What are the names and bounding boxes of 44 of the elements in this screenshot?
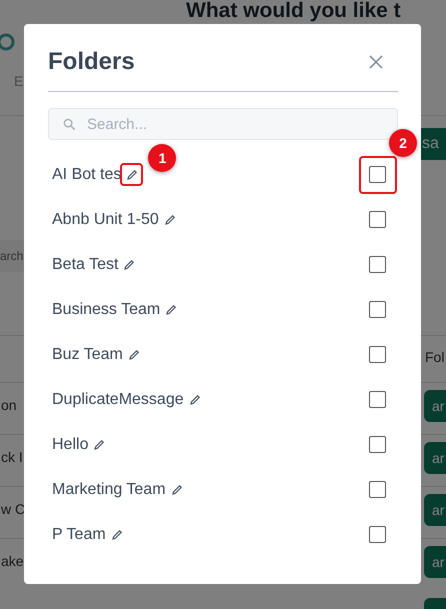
checkbox[interactable] bbox=[369, 346, 386, 363]
pencil-icon[interactable] bbox=[170, 484, 183, 496]
table-cell: on bbox=[1, 397, 17, 413]
folder-name: Business Team bbox=[52, 300, 160, 318]
search-field[interactable]: Search... bbox=[48, 108, 398, 140]
folder-name: DuplicateMessage bbox=[52, 390, 184, 408]
pencil-icon[interactable] bbox=[128, 348, 140, 360]
checkbox[interactable] bbox=[369, 256, 386, 273]
pencil-icon[interactable] bbox=[164, 214, 176, 226]
folder-name: AI Bot tes bbox=[52, 166, 122, 184]
row-action-button[interactable]: ar bbox=[424, 390, 446, 422]
row-action-button[interactable]: ar bbox=[424, 546, 446, 578]
column-header: Fol bbox=[425, 349, 444, 365]
checkbox[interactable] bbox=[369, 391, 386, 408]
folder-name: Beta Test bbox=[52, 256, 118, 274]
checkbox[interactable] bbox=[369, 301, 386, 318]
pencil-icon[interactable] bbox=[123, 258, 136, 270]
row-action-button[interactable]: ar bbox=[424, 494, 446, 526]
table-cell: ake bbox=[1, 553, 24, 569]
pencil-icon[interactable] bbox=[165, 304, 178, 316]
page-heading: What would you like t bbox=[186, 0, 401, 22]
folder-name: P Team bbox=[52, 526, 106, 544]
folder-name: Marketing Team bbox=[52, 480, 166, 498]
folder-name: Hello bbox=[52, 436, 88, 454]
dialog-title: Folders bbox=[48, 48, 135, 76]
pencil-icon[interactable] bbox=[126, 168, 138, 180]
pencil-icon[interactable] bbox=[93, 438, 106, 450]
search-icon bbox=[63, 118, 76, 131]
table-cell: w C bbox=[1, 501, 26, 517]
step-badge: 2 bbox=[389, 129, 417, 157]
step-badge: 1 bbox=[148, 144, 176, 172]
table-cell: ck I bbox=[1, 449, 23, 465]
pencil-icon[interactable] bbox=[110, 528, 123, 540]
pencil-icon[interactable] bbox=[188, 394, 201, 406]
ring-logo-icon bbox=[0, 32, 16, 52]
checkbox[interactable] bbox=[369, 211, 386, 228]
row-action-button[interactable]: ar bbox=[424, 442, 446, 474]
checkbox[interactable] bbox=[369, 526, 386, 543]
close-icon[interactable] bbox=[368, 54, 384, 70]
folder-name: Buz Team bbox=[52, 346, 123, 364]
checkbox[interactable] bbox=[369, 436, 386, 453]
checkbox[interactable] bbox=[369, 481, 386, 498]
checkbox[interactable] bbox=[369, 166, 386, 183]
folder-name: Abnb Unit 1-50 bbox=[52, 210, 159, 228]
